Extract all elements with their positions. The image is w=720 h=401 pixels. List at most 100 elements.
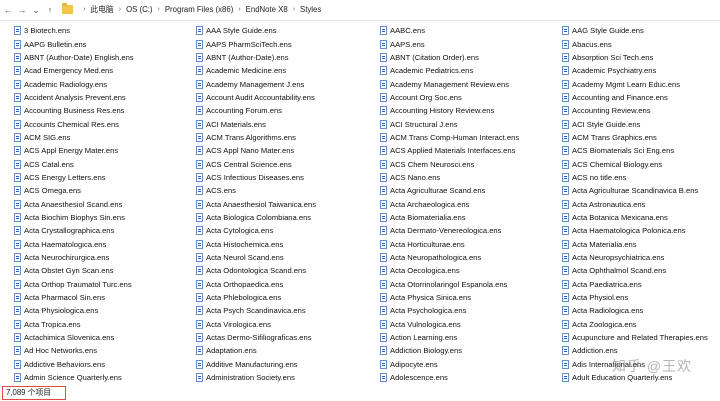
file-item[interactable]: Acta Psych Scandinavica.ens [196,304,374,317]
file-item[interactable]: Acta Neurol Scand.ens [196,251,374,264]
file-item[interactable]: Acta Dermato-Venereologica.ens [380,224,558,237]
file-item[interactable]: Acta Neuropsychiatrica.ens [562,251,720,264]
file-item[interactable]: Administration Society.ens [196,371,374,384]
file-item[interactable]: ACS Appl Energy Mater.ens [14,144,192,157]
file-item[interactable]: Acta Vulnologica.ens [380,318,558,331]
file-item[interactable]: Acupuncture and Related Therapies.ens [562,331,720,344]
file-item[interactable]: Acta Astronautica.ens [562,197,720,210]
file-item[interactable]: AABC.ens [380,24,558,37]
file-item[interactable]: Acta Anaesthesiol Taiwanica.ens [196,197,374,210]
address-bar[interactable]: › 此电脑 › OS (C:) › Program Files (x86) › … [62,2,321,17]
file-item[interactable]: Adipocyte.ens [380,358,558,371]
file-item[interactable]: Acta Neurochirurgica.ens [14,251,192,264]
file-item[interactable]: ABNT (Author-Date) English.ens [14,51,192,64]
file-item[interactable]: Academic Radiology.ens [14,77,192,90]
file-item[interactable]: Acta Agriculturae Scandinavica B.ens [562,184,720,197]
file-item[interactable]: Addiction Biology.ens [380,344,558,357]
file-item[interactable]: Accounts Chemical Res.ens [14,117,192,130]
breadcrumb-styles[interactable]: Styles [300,5,321,14]
breadcrumb-this-pc[interactable]: 此电脑 [90,4,113,15]
file-item[interactable]: Absorption Sci Tech.ens [562,51,720,64]
file-item[interactable]: Acta Horticulturae.ens [380,238,558,251]
file-item[interactable]: Acta Ophthalmol Scand.ens [562,264,720,277]
file-item[interactable]: ACI Materials.ens [196,117,374,130]
file-item[interactable]: Accounting History Review.ens [380,104,558,117]
file-item[interactable]: Abacus.ens [562,37,720,50]
file-item[interactable]: Acta Haematologica.ens [14,238,192,251]
file-item[interactable]: Admin Science Quarterly.ens [14,371,192,384]
file-item[interactable]: Acta Odontologica Scand.ens [196,264,374,277]
file-item[interactable]: Accounting Business Res.ens [14,104,192,117]
file-item[interactable]: Account Org Soc.ens [380,91,558,104]
file-item[interactable]: Acta Archaeologica.ens [380,197,558,210]
file-item[interactable]: Acta Phlebologica.ens [196,291,374,304]
file-item[interactable]: Account Audit Accountability.ens [196,91,374,104]
file-item[interactable]: ACM Trans Graphics.ens [562,131,720,144]
file-item[interactable]: Acta Obstet Gyn Scan.ens [14,264,192,277]
file-item[interactable]: ACS Applied Materials Interfaces.ens [380,144,558,157]
file-item[interactable]: Actachimica Slovenica.ens [14,331,192,344]
file-item[interactable]: Acta Crystallographica.ens [14,224,192,237]
file-item[interactable]: Adolescence.ens [380,371,558,384]
file-item[interactable]: Acta Virologica.ens [196,318,374,331]
file-item[interactable]: Accounting and Finance.ens [562,91,720,104]
file-item[interactable]: ACS Chemical Biology.ens [562,157,720,170]
file-item[interactable]: Acta Cytologica.ens [196,224,374,237]
file-item[interactable]: Acta Biomaterialia.ens [380,211,558,224]
file-item[interactable]: AAA Style Guide.ens [196,24,374,37]
file-item[interactable]: Additive Manufacturing.ens [196,358,374,371]
file-item[interactable]: ABNT (Author-Date).ens [196,51,374,64]
file-item[interactable]: ACS no title.ens [562,171,720,184]
file-item[interactable]: ACS Omega.ens [14,184,192,197]
file-item[interactable]: Acta Botanica Mexicana.ens [562,211,720,224]
back-arrow-icon[interactable]: ← [2,3,14,17]
file-item[interactable]: Acta Psychologica.ens [380,304,558,317]
up-arrow-icon[interactable]: ↑ [44,3,56,17]
file-item[interactable]: 3 Biotech.ens [14,24,192,37]
file-item[interactable]: Accounting Forum.ens [196,104,374,117]
file-item[interactable]: Acta Otorrinolaringol Espanola.ens [380,278,558,291]
breadcrumb-endnote[interactable]: EndNote X8 [246,5,288,14]
file-item[interactable]: Academy Mgmt Learn Educ.ens [562,77,720,90]
file-item[interactable]: Ad Hoc Networks.ens [14,344,192,357]
file-item[interactable]: Acta Pharmacol Sin.ens [14,291,192,304]
file-item[interactable]: Academy Management J.ens [196,77,374,90]
file-item[interactable]: Acta Oecologica.ens [380,264,558,277]
file-item[interactable]: Academic Psychiatry.ens [562,64,720,77]
file-item[interactable]: Acta Physiologica.ens [14,304,192,317]
recent-dropdown-icon[interactable]: ⌄ [30,3,42,17]
file-item[interactable]: Acta Tropica.ens [14,318,192,331]
file-item[interactable]: Accident Analysis Prevent.ens [14,91,192,104]
file-item[interactable]: Acta Radiologica.ens [562,304,720,317]
file-item[interactable]: Accounting Review.ens [562,104,720,117]
file-item[interactable]: ACM Trans Algorithms.ens [196,131,374,144]
file-item[interactable]: Acta Materialia.ens [562,238,720,251]
file-item[interactable]: Acta Biologica Colombiana.ens [196,211,374,224]
file-item[interactable]: Action Learning.ens [380,331,558,344]
file-item[interactable]: AAPS PharmSciTech.ens [196,37,374,50]
file-item[interactable]: Acta Physiol.ens [562,291,720,304]
file-item[interactable]: ACS.ens [196,184,374,197]
file-item[interactable]: ACS Energy Letters.ens [14,171,192,184]
file-item[interactable]: Acta Haematologica Polonica.ens [562,224,720,237]
file-item[interactable]: Adaptation.ens [196,344,374,357]
file-item[interactable]: ACI Structural J.ens [380,117,558,130]
file-item[interactable]: Addictive Behaviors.ens [14,358,192,371]
file-item[interactable]: Acta Zoologica.ens [562,318,720,331]
file-item[interactable]: ACM Trans Comp-Human Interact.ens [380,131,558,144]
forward-arrow-icon[interactable]: → [16,3,28,17]
breadcrumb-program-files[interactable]: Program Files (x86) [165,5,233,14]
file-item[interactable]: Acta Histochemica.ens [196,238,374,251]
file-item[interactable]: ACS Nano.ens [380,171,558,184]
file-item[interactable]: Acta Orthop Traumatol Turc.ens [14,278,192,291]
file-item[interactable]: ACS Appl Nano Mater.ens [196,144,374,157]
file-item[interactable]: ACI Style Guide.ens [562,117,720,130]
file-item[interactable]: Acta Physica Sinica.ens [380,291,558,304]
file-item[interactable]: ACS Central Science.ens [196,157,374,170]
file-item[interactable]: Acta Paediatrica.ens [562,278,720,291]
file-item[interactable]: ACS Infectious Diseases.ens [196,171,374,184]
file-item[interactable]: ACS Chem Neurosci.ens [380,157,558,170]
file-item[interactable]: Acta Neuropathologica.ens [380,251,558,264]
file-item[interactable]: Actas Dermo-Sifiliograficas.ens [196,331,374,344]
file-item[interactable]: ACS Catal.ens [14,157,192,170]
